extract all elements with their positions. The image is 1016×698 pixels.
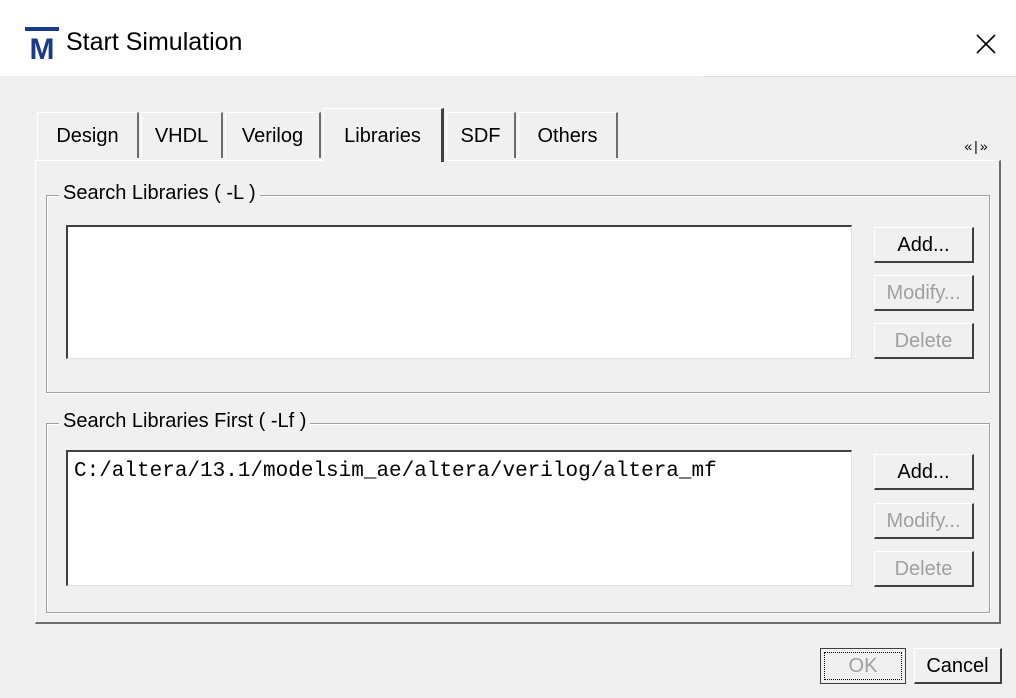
search-libraries-add-button[interactable]: Add...	[874, 227, 974, 263]
tab-design[interactable]: Design	[37, 112, 139, 158]
search-libraries-first-delete-button[interactable]: Delete	[874, 551, 974, 587]
title-separator	[703, 76, 1016, 77]
search-libraries-first-add-button[interactable]: Add...	[874, 454, 974, 490]
tab-scroll-left-icon[interactable]: «	[964, 138, 974, 154]
window-title: Start Simulation	[66, 28, 243, 56]
tab-scroll-arrows[interactable]: «|»	[958, 134, 996, 158]
svg-text:M: M	[30, 33, 55, 61]
search-libraries-first-listbox[interactable]: C:/altera/13.1/modelsim_ae/altera/verilo…	[66, 450, 852, 586]
search-libraries-group: Search Libraries ( -L ) Add... Modify...…	[46, 182, 990, 393]
search-libraries-first-modify-button[interactable]: Modify...	[874, 503, 974, 539]
search-libraries-title: Search Libraries ( -L )	[59, 182, 260, 205]
search-libraries-modify-button[interactable]: Modify...	[874, 275, 974, 311]
tab-libraries[interactable]: Libraries	[323, 108, 444, 162]
cancel-button[interactable]: Cancel	[914, 648, 1002, 684]
tab-others[interactable]: Others	[518, 112, 618, 158]
close-icon[interactable]	[968, 26, 1004, 62]
tab-scroll-right-icon[interactable]: »	[980, 138, 990, 154]
search-libraries-first-title: Search Libraries First ( -Lf )	[59, 410, 311, 433]
tab-verilog[interactable]: Verilog	[225, 112, 321, 158]
modelsim-app-icon: M	[25, 27, 59, 61]
search-libraries-listbox[interactable]	[66, 225, 852, 359]
tab-sdf[interactable]: SDF	[446, 112, 516, 158]
search-libraries-first-group: Search Libraries First ( -Lf ) C:/altera…	[46, 410, 990, 613]
ok-button[interactable]: OK	[820, 648, 906, 684]
search-libraries-delete-button[interactable]: Delete	[874, 323, 974, 359]
tab-vhdl[interactable]: VHDL	[141, 112, 223, 158]
libraries-tab-panel: Search Libraries ( -L ) Add... Modify...…	[35, 160, 1001, 624]
list-item[interactable]: C:/altera/13.1/modelsim_ae/altera/verilo…	[74, 460, 717, 483]
title-bar: M Start Simulation	[0, 0, 1016, 76]
